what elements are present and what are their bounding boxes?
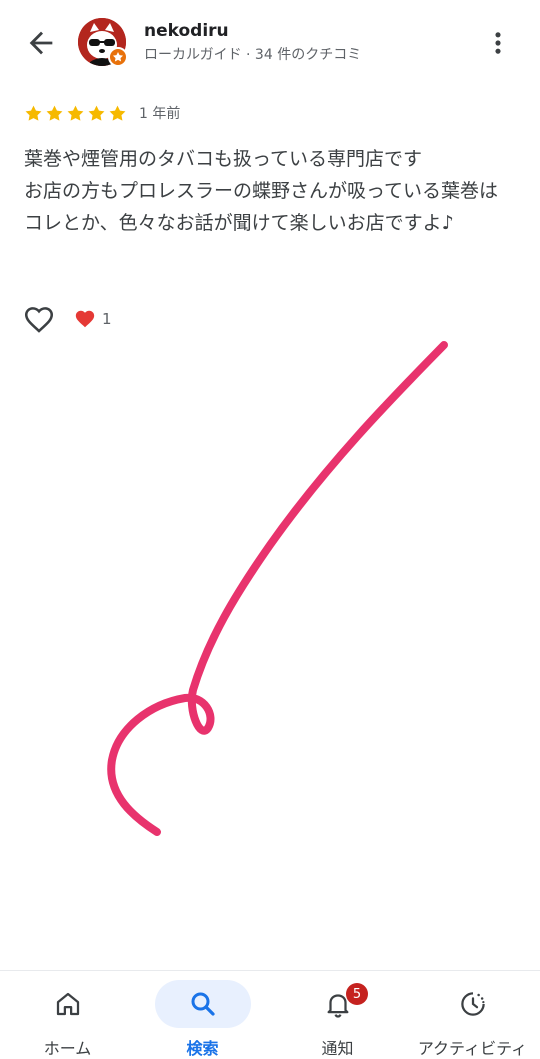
review-rating: 1 年前 xyxy=(24,102,180,124)
arrow-back-icon xyxy=(29,31,53,55)
star-icon xyxy=(109,105,126,121)
activity-clock-icon xyxy=(460,992,485,1016)
nav-activity-icon-wrap xyxy=(441,980,505,1028)
search-icon xyxy=(191,992,215,1016)
reaction-summary[interactable]: 1 xyxy=(74,308,112,330)
nav-notifications[interactable]: 5 通知 xyxy=(270,971,405,1058)
star-icon xyxy=(67,105,84,121)
like-button[interactable] xyxy=(22,302,56,336)
review-header: nekodiru ローカルガイド · 34 件のクチコミ xyxy=(0,0,540,86)
nav-activity[interactable]: アクティビティ xyxy=(405,971,540,1058)
star-rating xyxy=(24,104,127,123)
review-actions: 1 xyxy=(22,302,112,336)
reviewer-name[interactable]: nekodiru xyxy=(144,21,229,41)
nav-search[interactable]: 検索 xyxy=(135,971,270,1058)
star-icon xyxy=(25,105,42,121)
local-guide-star-icon xyxy=(113,52,123,62)
review-time: 1 年前 xyxy=(139,106,181,122)
nav-home-icon-wrap xyxy=(36,980,100,1028)
star-icon xyxy=(88,105,105,121)
review-text: 葉巻や煙管用のタバコも扱っている専門店です お店の方もプロレスラーの蝶野さんが吸… xyxy=(24,148,499,234)
red-heart-icon xyxy=(75,310,95,328)
nav-activity-label: アクティビティ xyxy=(417,1039,528,1058)
heart-outline-icon xyxy=(24,307,54,333)
reviewer-meta: ローカルガイド · 34 件のクチコミ xyxy=(144,47,362,63)
nav-home[interactable]: ホーム xyxy=(0,971,135,1058)
nav-home-label: ホーム xyxy=(43,1039,92,1058)
nav-search-label: 検索 xyxy=(186,1039,219,1058)
reaction-count: 1 xyxy=(102,310,112,328)
back-button[interactable] xyxy=(24,26,58,60)
star-icon xyxy=(46,105,63,121)
nav-notifications-label: 通知 xyxy=(321,1039,354,1058)
nav-search-icon-wrap xyxy=(154,980,251,1028)
home-icon xyxy=(56,992,79,1016)
more-vert-icon xyxy=(495,32,501,54)
local-guide-badge xyxy=(108,47,128,67)
more-options-button[interactable] xyxy=(484,26,512,60)
notification-count-badge: 5 xyxy=(346,983,368,1005)
bottom-navigation: ホーム 検索 5 通知 アクティビティ xyxy=(0,970,540,1058)
